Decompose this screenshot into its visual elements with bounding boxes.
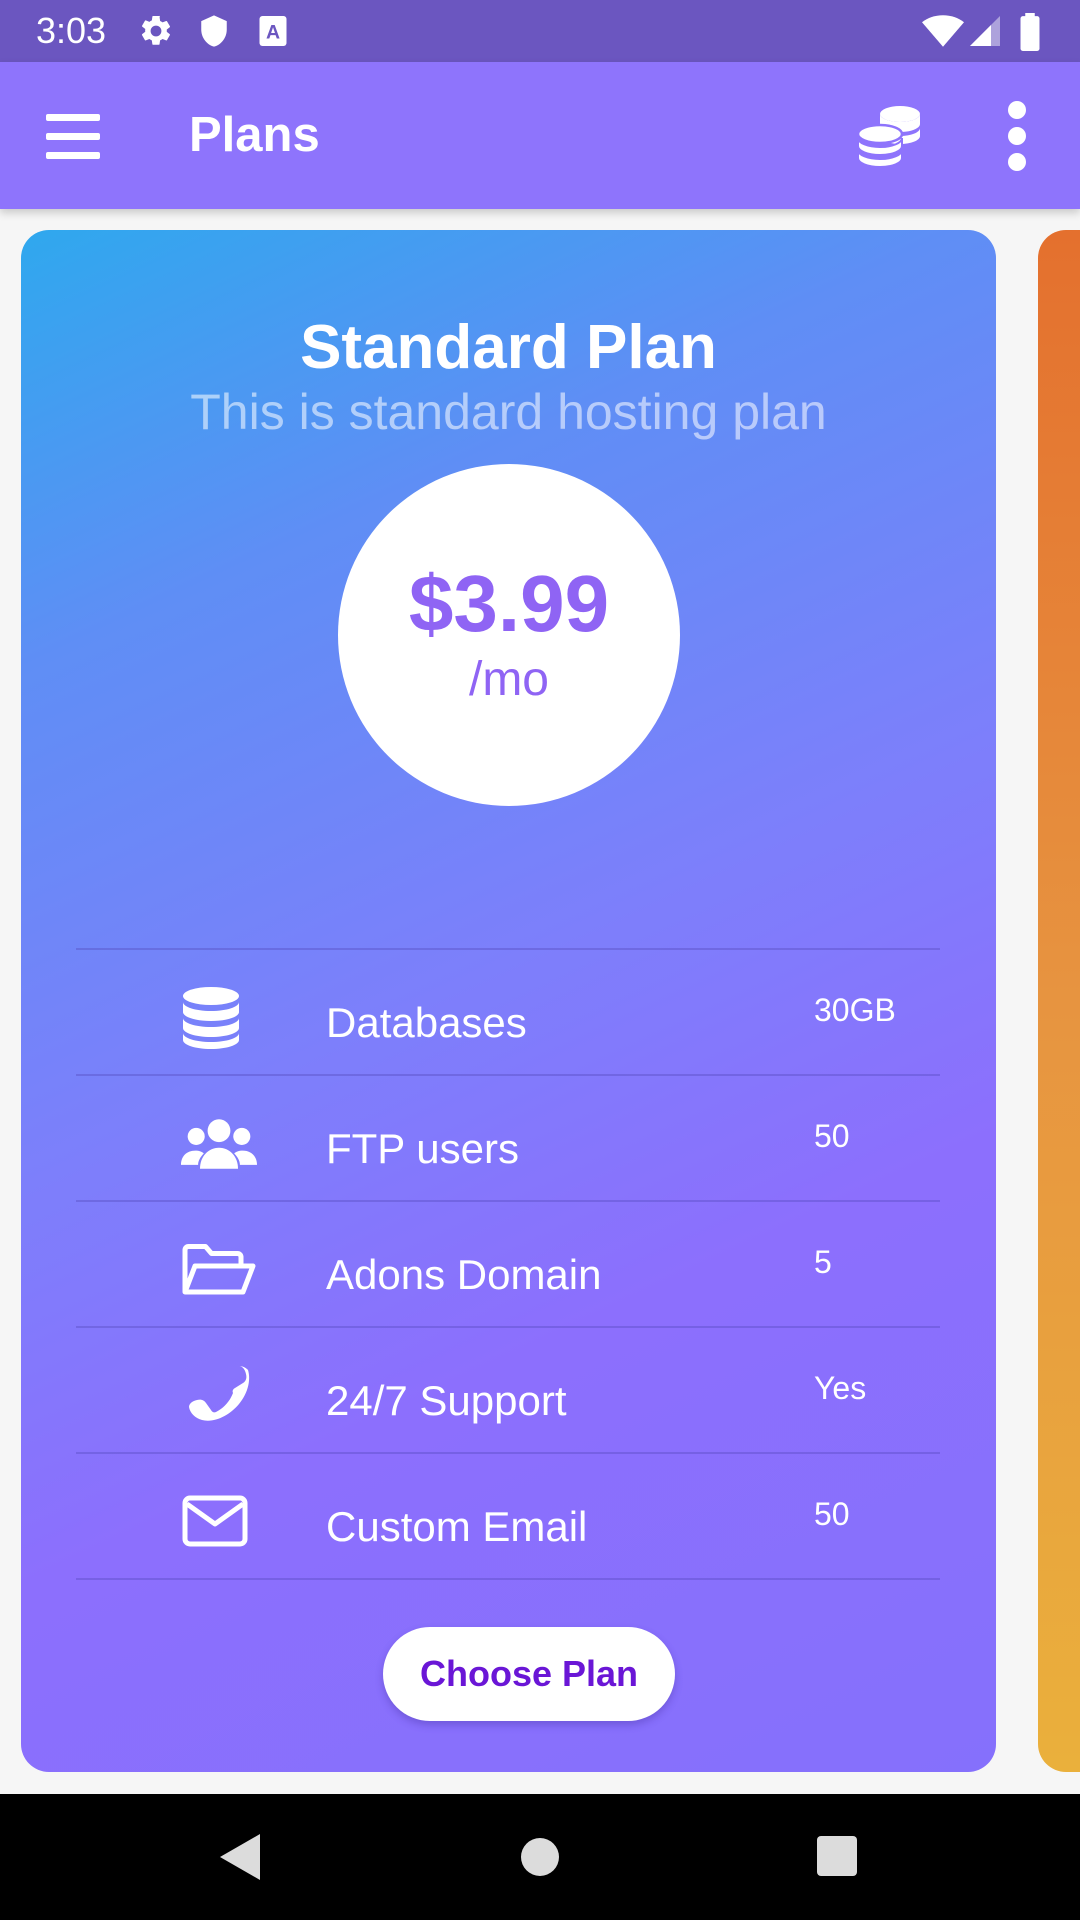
svg-text:A: A: [266, 22, 280, 44]
feature-row-ftp-users: FTP users 50: [76, 1076, 940, 1202]
plan-card: Standard Plan This is standard hosting p…: [21, 230, 996, 1772]
menu-button[interactable]: [34, 100, 114, 172]
database-icon: [183, 987, 239, 1049]
price-period: /mo: [468, 653, 549, 706]
plan-subtitle: This is standard hosting plan: [190, 384, 827, 440]
feature-label: 24/7 Support: [326, 1377, 567, 1424]
feature-row-adons-domain: Adons Domain 5: [76, 1202, 940, 1328]
shield-icon: [201, 15, 227, 47]
coins-icon: [856, 106, 920, 169]
plans-carousel[interactable]: Standard Plan This is standard hosting p…: [0, 209, 1080, 1794]
choose-plan-button[interactable]: Choose Plan: [383, 1627, 675, 1721]
next-plan-card[interactable]: [1038, 230, 1080, 1772]
phone-icon: [189, 1366, 250, 1421]
home-icon[interactable]: [511, 1828, 569, 1886]
menu-icon: [46, 114, 100, 159]
price-circle: $3.99 /mo: [338, 464, 680, 806]
feature-value: 50: [814, 1496, 850, 1532]
recents-icon[interactable]: [809, 1828, 867, 1886]
status-bar: 3:03 A: [0, 0, 1080, 62]
feature-value: 50: [814, 1118, 850, 1154]
status-time: 3:03: [36, 10, 107, 51]
text-a-icon: A: [259, 16, 287, 46]
feature-row-support: 24/7 Support Yes: [76, 1328, 940, 1454]
settings-icon: [141, 15, 171, 45]
feature-value: Yes: [814, 1370, 867, 1406]
feature-label: Databases: [326, 999, 527, 1046]
feature-row-custom-email: Custom Email 50: [76, 1454, 940, 1580]
feature-label: FTP users: [326, 1125, 519, 1172]
price-amount: $3.99: [408, 559, 610, 648]
signal-icon: [970, 16, 1000, 46]
coins-button[interactable]: [852, 98, 928, 174]
feature-label: Adons Domain: [326, 1251, 602, 1298]
more-options-button[interactable]: [993, 98, 1041, 174]
app-bar: Plans: [0, 62, 1080, 209]
folder-open-icon: [182, 1244, 256, 1295]
wifi-icon: [922, 15, 964, 47]
feature-label: Custom Email: [326, 1503, 588, 1550]
battery-icon: [1020, 13, 1040, 51]
envelope-icon: [182, 1495, 248, 1547]
feature-value: 5: [814, 1244, 832, 1280]
page-title: Plans: [189, 108, 320, 162]
plan-title: Standard Plan: [300, 313, 717, 382]
feature-list: Databases 30GB FTP users 50 Adons Domain…: [76, 948, 940, 1580]
more-vertical-icon: [1008, 101, 1026, 171]
feature-value: 30GB: [814, 992, 896, 1028]
users-icon: [181, 1119, 257, 1169]
navigation-bar: [0, 1794, 1080, 1920]
back-icon[interactable]: [212, 1828, 270, 1886]
feature-row-databases: Databases 30GB: [76, 948, 940, 1076]
